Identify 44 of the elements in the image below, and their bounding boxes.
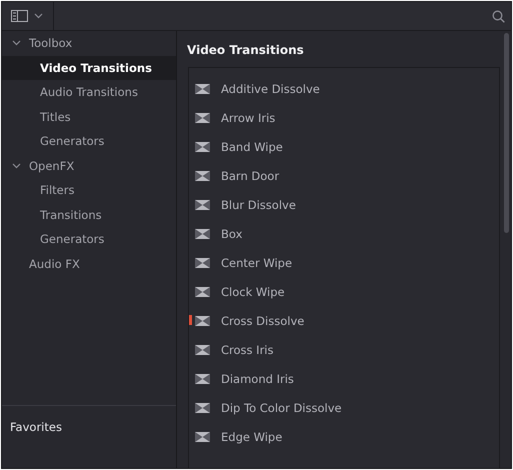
- transition-icon: [195, 84, 210, 94]
- transition-name[interactable]: Barn Door: [221, 168, 280, 182]
- transition-name[interactable]: Cross Iris: [221, 342, 274, 356]
- transition-name[interactable]: Box: [221, 226, 242, 240]
- tree-item[interactable]: Titles: [2, 104, 176, 129]
- transition-icon: [195, 200, 210, 210]
- transition-icon: [195, 344, 210, 354]
- tree-item[interactable]: Generators: [2, 129, 176, 154]
- caret-icon: [34, 13, 43, 19]
- transition-icon: [195, 258, 210, 268]
- transition-name[interactable]: Clock Wipe: [221, 284, 285, 298]
- tree-item[interactable]: Generators: [2, 227, 176, 252]
- tree-item[interactable]: Transitions: [2, 202, 176, 227]
- scrollbar-thumb[interactable]: [504, 33, 509, 233]
- transition-name[interactable]: Center Wipe: [221, 256, 292, 270]
- transition-name[interactable]: Edge Wipe: [221, 430, 282, 444]
- transition-name[interactable]: Blur Dissolve: [221, 198, 296, 212]
- transition-icon: [195, 402, 210, 412]
- transition-icon: [195, 374, 210, 384]
- transition-icon: [195, 112, 210, 122]
- sidebar-layout-icon: [11, 10, 28, 22]
- chevron-icon: [12, 40, 21, 46]
- transition-name[interactable]: Additive Dissolve: [221, 82, 320, 96]
- tree-item[interactable]: Video Transitions: [2, 56, 176, 80]
- search-button[interactable]: [492, 10, 505, 22]
- favorites-heading: Favorites: [10, 420, 62, 434]
- chevron-icon: [12, 162, 21, 169]
- transition-name[interactable]: Diamond Iris: [221, 372, 294, 386]
- transition-icon: [195, 228, 210, 238]
- tree-group[interactable]: OpenFX: [2, 154, 176, 178]
- transition-icon: [195, 316, 210, 326]
- tree-group[interactable]: Toolbox: [2, 31, 176, 56]
- transition-icon: [195, 142, 210, 152]
- tree-item[interactable]: Audio Transitions: [2, 80, 176, 104]
- transition-name[interactable]: Cross Dissolve: [221, 314, 304, 328]
- transition-name[interactable]: Arrow Iris: [221, 110, 276, 124]
- transition-name[interactable]: Band Wipe: [221, 140, 283, 154]
- tree-group[interactable]: Audio FX: [2, 252, 176, 276]
- transition-icon: [195, 170, 210, 180]
- transition-icon: [195, 432, 210, 442]
- tree-item[interactable]: Filters: [2, 178, 176, 202]
- transition-icon: [195, 286, 210, 296]
- panel-title: Video Transitions: [186, 42, 305, 59]
- transition-name[interactable]: Dip To Color Dissolve: [221, 400, 342, 414]
